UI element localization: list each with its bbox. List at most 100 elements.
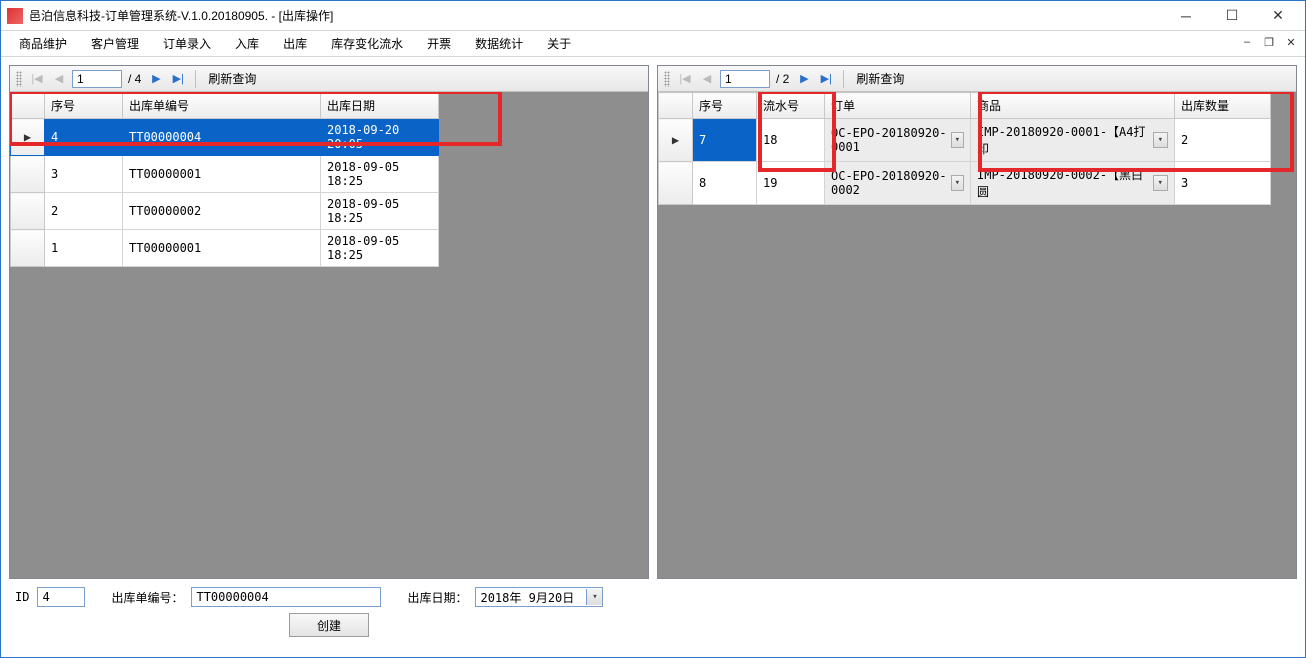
cell-seq[interactable]: 2 xyxy=(45,193,123,230)
menu-customers[interactable]: 客户管理 xyxy=(79,32,151,55)
right-navbar: |◀ ◀ / 2 ▶ ▶| 刷新查询 xyxy=(658,66,1296,92)
row-header[interactable] xyxy=(11,230,45,267)
detail-table[interactable]: 序号 流水号 订单 商品 出库数量 ▶ 718OC-EPO-20180920-00… xyxy=(658,92,1271,205)
row-header[interactable]: ▶ xyxy=(11,119,45,156)
left-panel: |◀ ◀ / 4 ▶ ▶| 刷新查询 xyxy=(9,65,649,579)
mdi-restore-button[interactable]: ❐ xyxy=(1259,33,1279,51)
menu-stats[interactable]: 数据统计 xyxy=(463,32,535,55)
table-row[interactable]: 2TT000000022018-09-05 18:25 xyxy=(11,193,439,230)
date-picker[interactable]: ▾ xyxy=(475,587,603,607)
nav-last-icon[interactable]: ▶| xyxy=(817,70,835,88)
docno-input[interactable] xyxy=(191,587,381,607)
cell-docno[interactable]: TT00000001 xyxy=(123,156,321,193)
close-button[interactable]: ✕ xyxy=(1255,2,1301,30)
cell-seq[interactable]: 4 xyxy=(45,119,123,156)
nav-last-icon[interactable]: ▶| xyxy=(169,70,187,88)
chevron-down-icon[interactable]: ▾ xyxy=(951,132,964,148)
cell-order[interactable]: OC-EPO-20180920-0001▾ xyxy=(825,119,971,162)
menubar: 商品维护 客户管理 订单录入 入库 出库 库存变化流水 开票 数据统计 关于 –… xyxy=(1,31,1305,57)
window-title: 邑泊信息科技-订单管理系统-V.1.0.20180905. - [出库操作] xyxy=(29,7,1163,24)
date-label: 出库日期： xyxy=(407,589,467,606)
refresh-button[interactable]: 刷新查询 xyxy=(204,70,260,87)
cell-date[interactable]: 2018-09-05 18:25 xyxy=(321,230,439,267)
col-date[interactable]: 出库日期 xyxy=(321,93,439,119)
nav-next-icon[interactable]: ▶ xyxy=(795,70,813,88)
cell-qty[interactable]: 3 xyxy=(1175,162,1271,205)
menu-outbound[interactable]: 出库 xyxy=(271,32,319,55)
col-seq[interactable]: 序号 xyxy=(45,93,123,119)
separator xyxy=(195,70,196,88)
col-qty[interactable]: 出库数量 xyxy=(1175,93,1271,119)
nav-prev-icon[interactable]: ◀ xyxy=(50,70,68,88)
chevron-down-icon[interactable]: ▾ xyxy=(586,589,602,605)
grip-icon xyxy=(664,71,670,87)
mdi-minimize-button[interactable]: – xyxy=(1237,33,1257,51)
cell-seq[interactable]: 3 xyxy=(45,156,123,193)
table-row[interactable]: ▶ 718OC-EPO-20180920-0001▾IMP-20180920-00… xyxy=(659,119,1271,162)
app-icon xyxy=(7,8,23,24)
date-input[interactable] xyxy=(476,590,586,604)
menu-order-entry[interactable]: 订单录入 xyxy=(151,32,223,55)
nav-prev-icon[interactable]: ◀ xyxy=(698,70,716,88)
minimize-button[interactable]: ─ xyxy=(1163,2,1209,30)
refresh-button[interactable]: 刷新查询 xyxy=(852,70,908,87)
create-button[interactable]: 创建 xyxy=(289,613,369,637)
chevron-down-icon[interactable]: ▾ xyxy=(951,175,964,191)
nav-current-input[interactable] xyxy=(72,70,122,88)
chevron-down-icon[interactable]: ▾ xyxy=(1153,175,1168,191)
cell-seq[interactable]: 7 xyxy=(693,119,757,162)
cell-product[interactable]: IMP-20180920-0001-【A4打印▾ xyxy=(971,119,1175,162)
right-panel: |◀ ◀ / 2 ▶ ▶| 刷新查询 xyxy=(657,65,1297,579)
row-header[interactable] xyxy=(659,162,693,205)
cell-seq[interactable]: 8 xyxy=(693,162,757,205)
mdi-close-button[interactable]: ✕ xyxy=(1281,33,1301,51)
menu-stock-flow[interactable]: 库存变化流水 xyxy=(319,32,415,55)
col-flow[interactable]: 流水号 xyxy=(757,93,825,119)
row-header-blank xyxy=(11,93,45,119)
docno-label: 出库单编号： xyxy=(111,589,183,606)
menu-about[interactable]: 关于 xyxy=(535,32,583,55)
table-row[interactable]: 3TT000000012018-09-05 18:25 xyxy=(11,156,439,193)
cell-flow[interactable]: 19 xyxy=(757,162,825,205)
table-row[interactable]: ▶4TT000000042018-09-20 20:05 xyxy=(11,119,439,156)
cell-docno[interactable]: TT00000001 xyxy=(123,230,321,267)
cell-flow[interactable]: 18 xyxy=(757,119,825,162)
window-controls: ─ ☐ ✕ xyxy=(1163,2,1301,30)
outbound-table[interactable]: 序号 出库单编号 出库日期 ▶4TT000000042018-09-20 20:… xyxy=(10,92,439,267)
caret-right-icon: ▶ xyxy=(672,133,679,147)
cell-product[interactable]: IMP-20180920-0002-【黑白圆▾ xyxy=(971,162,1175,205)
col-docno[interactable]: 出库单编号 xyxy=(123,93,321,119)
bottom-form: ID 出库单编号： 出库日期： ▾ 创建 xyxy=(9,579,1297,649)
row-header[interactable] xyxy=(11,193,45,230)
left-navbar: |◀ ◀ / 4 ▶ ▶| 刷新查询 xyxy=(10,66,648,92)
chevron-down-icon[interactable]: ▾ xyxy=(1153,132,1168,148)
nav-first-icon[interactable]: |◀ xyxy=(28,70,46,88)
menu-invoice[interactable]: 开票 xyxy=(415,32,463,55)
col-seq[interactable]: 序号 xyxy=(693,93,757,119)
nav-next-icon[interactable]: ▶ xyxy=(147,70,165,88)
id-input[interactable] xyxy=(37,587,85,607)
nav-first-icon[interactable]: |◀ xyxy=(676,70,694,88)
col-product[interactable]: 商品 xyxy=(971,93,1175,119)
table-row[interactable]: 819OC-EPO-20180920-0002▾IMP-20180920-000… xyxy=(659,162,1271,205)
grip-icon xyxy=(16,71,22,87)
row-header[interactable]: ▶ xyxy=(659,119,693,162)
cell-docno[interactable]: TT00000004 xyxy=(123,119,321,156)
menu-inbound[interactable]: 入库 xyxy=(223,32,271,55)
cell-date[interactable]: 2018-09-05 18:25 xyxy=(321,193,439,230)
right-grid-area: 序号 流水号 订单 商品 出库数量 ▶ 718OC-EPO-20180920-00… xyxy=(658,92,1296,578)
separator xyxy=(843,70,844,88)
table-row[interactable]: 1TT000000012018-09-05 18:25 xyxy=(11,230,439,267)
nav-current-input[interactable] xyxy=(720,70,770,88)
cell-docno[interactable]: TT00000002 xyxy=(123,193,321,230)
row-header[interactable] xyxy=(11,156,45,193)
cell-date[interactable]: 2018-09-05 18:25 xyxy=(321,156,439,193)
cell-date[interactable]: 2018-09-20 20:05 xyxy=(321,119,439,156)
menu-products[interactable]: 商品维护 xyxy=(7,32,79,55)
cell-qty[interactable]: 2 xyxy=(1175,119,1271,162)
nav-total-label: / 2 xyxy=(774,72,791,86)
maximize-button[interactable]: ☐ xyxy=(1209,2,1255,30)
cell-seq[interactable]: 1 xyxy=(45,230,123,267)
cell-order[interactable]: OC-EPO-20180920-0002▾ xyxy=(825,162,971,205)
col-order[interactable]: 订单 xyxy=(825,93,971,119)
